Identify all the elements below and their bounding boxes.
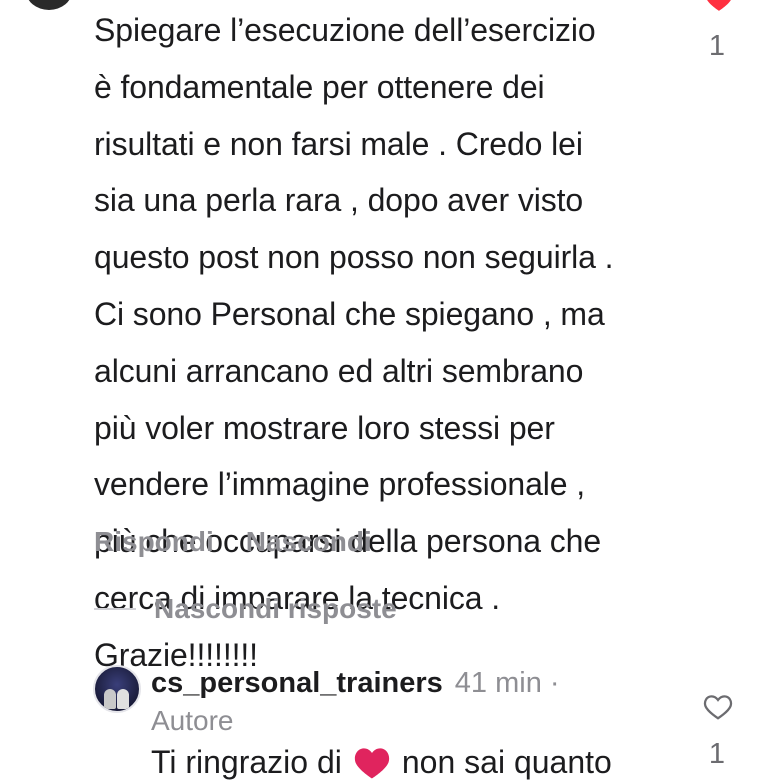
hide-replies-label: Nascondi risposte [154, 593, 397, 624]
reply-username[interactable]: cs_personal_trainers [151, 667, 443, 700]
comment-actions: Rispondi Nascondi [94, 526, 372, 558]
avatar[interactable] [93, 665, 141, 713]
reply-text-end: non sai quanto [401, 744, 612, 780]
reply-body: Ti ringrazio di non sai quanto [151, 744, 612, 781]
reply-like-count: 1 [708, 738, 726, 770]
red-heart-emoji-icon [354, 747, 390, 778]
comment-like-count: 1 [708, 30, 726, 62]
hide-replies-toggle[interactable]: Nascondi risposte [94, 593, 397, 625]
reply-button[interactable]: Rispondi [94, 526, 214, 558]
hide-button[interactable]: Nascondi [246, 526, 372, 558]
comment-body: Spiegare l’esecuzione dell’esercizio è f… [94, 12, 614, 673]
reply-timestamp: 41 min [454, 667, 542, 699]
previous-commenter-avatar[interactable] [26, 0, 72, 10]
replies-divider-line [94, 608, 136, 610]
heart-filled-icon[interactable] [704, 0, 734, 12]
reply-header: cs_personal_trainers 41 min · [151, 667, 560, 700]
author-badge: Autore [151, 705, 234, 736]
heart-outline-icon[interactable] [703, 693, 733, 721]
reply-text-start: Ti ringrazio di [151, 744, 342, 780]
meta-separator: · [549, 667, 560, 699]
